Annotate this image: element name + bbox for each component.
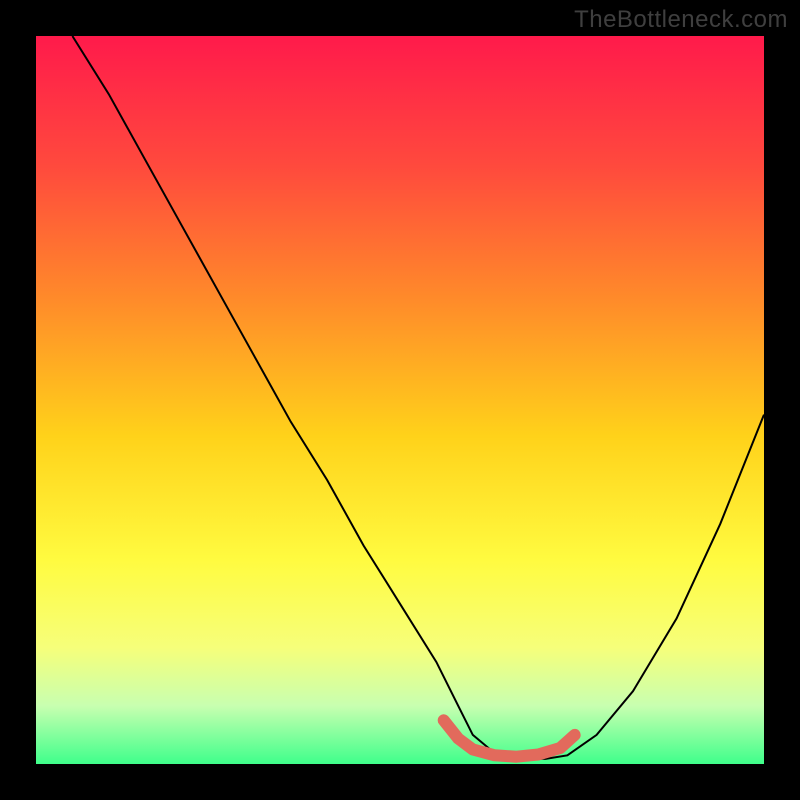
chart-frame: TheBottleneck.com bbox=[0, 0, 800, 800]
watermark-text: TheBottleneck.com bbox=[574, 6, 788, 34]
gradient-plot-area bbox=[36, 36, 764, 764]
highlight-band bbox=[444, 720, 575, 756]
bottleneck-curve bbox=[72, 36, 764, 759]
curve-svg bbox=[36, 36, 764, 764]
